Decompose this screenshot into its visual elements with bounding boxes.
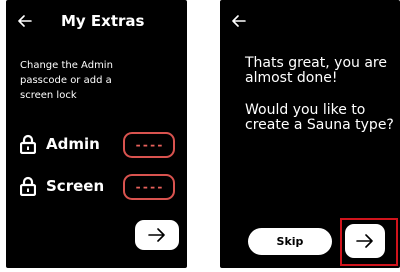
- description-text: Change the Admin passcode or add a scree…: [20, 60, 113, 101]
- my-extras-screen: My Extras Change the Admin passcode or a…: [6, 0, 187, 268]
- admin-passcode-field[interactable]: ----: [123, 132, 175, 158]
- question-text: Would you like to create a Sauna type?: [245, 102, 394, 133]
- screen-lock-field[interactable]: ----: [123, 174, 175, 200]
- screen-row: Screen: [20, 173, 104, 199]
- message-text: Thats great, you are almost done!: [245, 55, 387, 86]
- lock-icon: [20, 134, 36, 154]
- skip-button[interactable]: Skip: [248, 228, 332, 255]
- lock-icon: [20, 176, 36, 196]
- admin-label: Admin: [46, 135, 100, 153]
- arrow-right-icon: [148, 228, 165, 242]
- back-button[interactable]: [229, 11, 249, 31]
- admin-row: Admin: [20, 131, 100, 157]
- screen-label: Screen: [46, 177, 105, 195]
- back-button[interactable]: [15, 11, 35, 31]
- arrow-left-icon: [232, 15, 246, 27]
- next-button[interactable]: [345, 224, 385, 258]
- arrow-left-icon: [18, 15, 32, 27]
- page-title: My Extras: [61, 12, 145, 30]
- arrow-right-icon: [356, 234, 373, 248]
- sauna-type-prompt-screen: Thats great, you are almost done! Would …: [220, 0, 400, 268]
- next-button[interactable]: [135, 220, 179, 250]
